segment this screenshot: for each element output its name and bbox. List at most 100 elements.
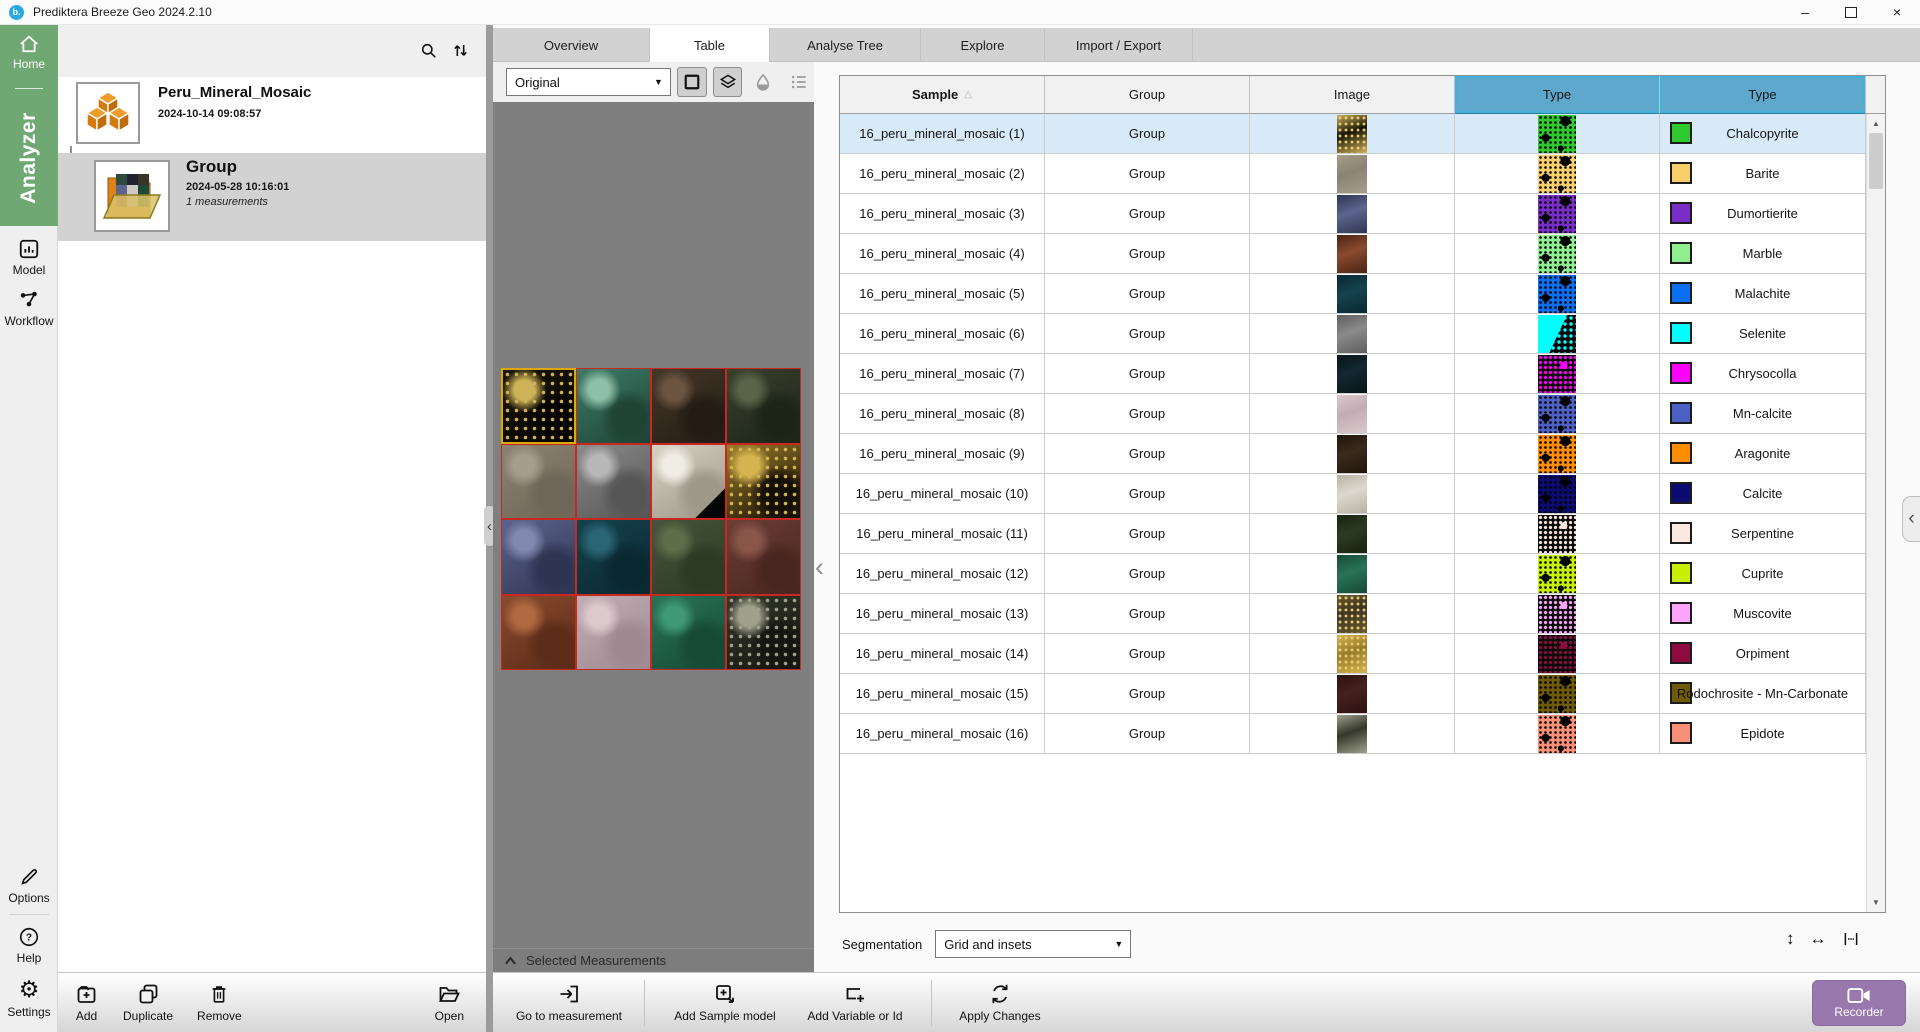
table-row[interactable]: 16_peru_mineral_mosaic (12)GroupCuprite xyxy=(840,554,1866,594)
table-row[interactable]: 16_peru_mineral_mosaic (11)GroupSerpenti… xyxy=(840,514,1866,554)
scrollbar-thumb[interactable] xyxy=(1869,133,1883,189)
tab-analyzer[interactable]: Analyzer xyxy=(0,92,58,224)
type-cell[interactable]: Barite xyxy=(1660,154,1866,194)
sidebar-item-model[interactable]: Model xyxy=(0,238,58,277)
type-cell[interactable]: Muscovite xyxy=(1660,594,1866,634)
open-button[interactable]: Open xyxy=(435,982,464,1023)
mosaic-tile[interactable] xyxy=(726,444,801,520)
collapse-viewer-handle[interactable]: ‹ xyxy=(815,552,824,583)
mosaic-tile[interactable] xyxy=(726,595,801,671)
table-row[interactable]: 16_peru_mineral_mosaic (5)GroupMalachite xyxy=(840,274,1866,314)
type-cell[interactable]: Orpiment xyxy=(1660,634,1866,674)
table-row[interactable]: 16_peru_mineral_mosaic (16)GroupEpidote xyxy=(840,714,1866,754)
resize-horizontal-icon[interactable]: ↔ xyxy=(1810,929,1827,949)
selected-measurements-bar[interactable]: Selected Measurements xyxy=(493,948,814,972)
mosaic-tile[interactable] xyxy=(726,368,801,444)
type-cell[interactable]: Chalcopyrite xyxy=(1660,114,1866,154)
tab-analyse-tree[interactable]: Analyse Tree xyxy=(770,28,921,62)
type-cell[interactable]: Calcite xyxy=(1660,474,1866,514)
tab-table[interactable]: Table xyxy=(650,28,770,62)
table-row[interactable]: 16_peru_mineral_mosaic (9)GroupAragonite xyxy=(840,434,1866,474)
table-row[interactable]: 16_peru_mineral_mosaic (13)GroupMuscovit… xyxy=(840,594,1866,634)
type-cell[interactable]: Malachite xyxy=(1660,274,1866,314)
mosaic-tile[interactable] xyxy=(501,444,576,520)
mosaic-tile[interactable] xyxy=(726,519,801,595)
goto-measurement-button[interactable]: Go to measurement xyxy=(507,982,631,1023)
type-cell[interactable]: Aragonite xyxy=(1660,434,1866,474)
search-icon[interactable] xyxy=(419,41,438,60)
resize-vertical-icon[interactable]: ↕ xyxy=(1786,929,1795,949)
mosaic-tile[interactable] xyxy=(576,519,651,595)
segmentation-thumb xyxy=(1538,395,1576,433)
type-cell[interactable]: Chrysocolla xyxy=(1660,354,1866,394)
column-header-type-2[interactable]: Type xyxy=(1660,76,1866,114)
type-cell[interactable]: Mn-calcite xyxy=(1660,394,1866,434)
mosaic-tile[interactable] xyxy=(501,519,576,595)
type-cell[interactable]: Rodochrosite - Mn-Carbonate xyxy=(1660,674,1866,714)
mosaic-tile[interactable] xyxy=(576,444,651,520)
tab-overview[interactable]: Overview xyxy=(493,28,650,62)
view-frame-button[interactable] xyxy=(677,67,707,97)
column-header-group[interactable]: Group xyxy=(1045,76,1250,114)
add-variable-button[interactable]: Add Variable or Id xyxy=(792,982,918,1023)
table-row[interactable]: 16_peru_mineral_mosaic (4)GroupMarble xyxy=(840,234,1866,274)
mosaic-tile[interactable] xyxy=(651,595,726,671)
table-row[interactable]: 16_peru_mineral_mosaic (7)GroupChrysocol… xyxy=(840,354,1866,394)
view-layers-button[interactable] xyxy=(713,67,743,97)
sidebar-item-home[interactable]: Home xyxy=(0,34,58,71)
add-sample-model-button[interactable]: Add Sample model xyxy=(658,982,792,1023)
sort-icon[interactable] xyxy=(451,41,470,60)
table-row[interactable]: 16_peru_mineral_mosaic (6)GroupSelenite xyxy=(840,314,1866,354)
table-row[interactable]: 16_peru_mineral_mosaic (1)GroupChalcopyr… xyxy=(840,114,1866,154)
table-row[interactable]: 16_peru_mineral_mosaic (15)GroupRodochro… xyxy=(840,674,1866,714)
mosaic-tile[interactable] xyxy=(576,368,651,444)
scroll-up-button[interactable]: ▲ xyxy=(1867,115,1885,132)
view-contrast-button[interactable] xyxy=(748,67,778,97)
type-cell[interactable]: Serpentine xyxy=(1660,514,1866,554)
mosaic-tile[interactable] xyxy=(651,444,726,520)
column-width-icon[interactable] xyxy=(1842,930,1860,948)
tab-explore[interactable]: Explore xyxy=(921,28,1045,62)
column-header-sample[interactable]: Sample △ xyxy=(840,76,1045,114)
table-row[interactable]: 16_peru_mineral_mosaic (2)GroupBarite xyxy=(840,154,1866,194)
view-list-button[interactable] xyxy=(784,67,814,97)
segmentation-select[interactable]: Grid and insets ▼ xyxy=(935,930,1131,958)
sidebar-item-help[interactable]: ? Help xyxy=(0,926,58,965)
type-cell[interactable]: Selenite xyxy=(1660,314,1866,354)
mosaic-tile[interactable] xyxy=(651,368,726,444)
panel-splitter[interactable]: ‹ xyxy=(486,24,493,1032)
tab-import-export[interactable]: Import / Export xyxy=(1045,28,1193,62)
duplicate-button[interactable]: Duplicate xyxy=(123,982,173,1023)
remove-button[interactable]: Remove xyxy=(197,982,242,1023)
table-row[interactable]: 16_peru_mineral_mosaic (10)GroupCalcite xyxy=(840,474,1866,514)
apply-changes-button[interactable]: Apply Changes xyxy=(945,982,1055,1023)
sidebar-item-workflow[interactable]: Workflow xyxy=(0,289,58,328)
table-row[interactable]: 16_peru_mineral_mosaic (8)GroupMn-calcit… xyxy=(840,394,1866,434)
maximize-button[interactable] xyxy=(1828,0,1874,24)
sidebar-item-options[interactable]: Options xyxy=(0,866,58,905)
column-header-image[interactable]: Image xyxy=(1250,76,1455,114)
table-row[interactable]: 16_peru_mineral_mosaic (3)GroupDumortier… xyxy=(840,194,1866,234)
mosaic-tile[interactable] xyxy=(501,368,576,444)
project-item[interactable]: Peru_Mineral_Mosaic 2024-10-14 09:08:57 xyxy=(58,77,486,154)
column-header-type-1[interactable]: Type xyxy=(1455,76,1660,114)
mosaic-tile[interactable] xyxy=(501,595,576,671)
scroll-down-button[interactable]: ▼ xyxy=(1867,894,1885,911)
group-item[interactable]: Group 2024-05-28 10:16:01 1 measurements xyxy=(58,153,486,241)
table-row[interactable]: 16_peru_mineral_mosaic (14)GroupOrpiment xyxy=(840,634,1866,674)
type-cell[interactable]: Cuprite xyxy=(1660,554,1866,594)
layer-select[interactable]: Original ▼ xyxy=(506,68,671,96)
image-viewport[interactable] xyxy=(493,102,814,948)
add-button[interactable]: Add xyxy=(74,982,99,1023)
minimize-button[interactable]: – xyxy=(1782,0,1828,24)
collapse-right-panel-handle[interactable]: ‹ xyxy=(1902,496,1920,542)
mosaic-tile[interactable] xyxy=(576,595,651,671)
type-cell[interactable]: Dumortierite xyxy=(1660,194,1866,234)
vertical-scrollbar[interactable]: ▲ ▼ xyxy=(1866,114,1885,912)
type-cell[interactable]: Marble xyxy=(1660,234,1866,274)
mosaic-tile[interactable] xyxy=(651,519,726,595)
sidebar-item-settings[interactable]: ⚙ Settings xyxy=(0,978,58,1019)
close-button[interactable]: × xyxy=(1874,0,1920,24)
recorder-button[interactable]: Recorder xyxy=(1812,980,1906,1026)
type-cell[interactable]: Epidote xyxy=(1660,714,1866,754)
